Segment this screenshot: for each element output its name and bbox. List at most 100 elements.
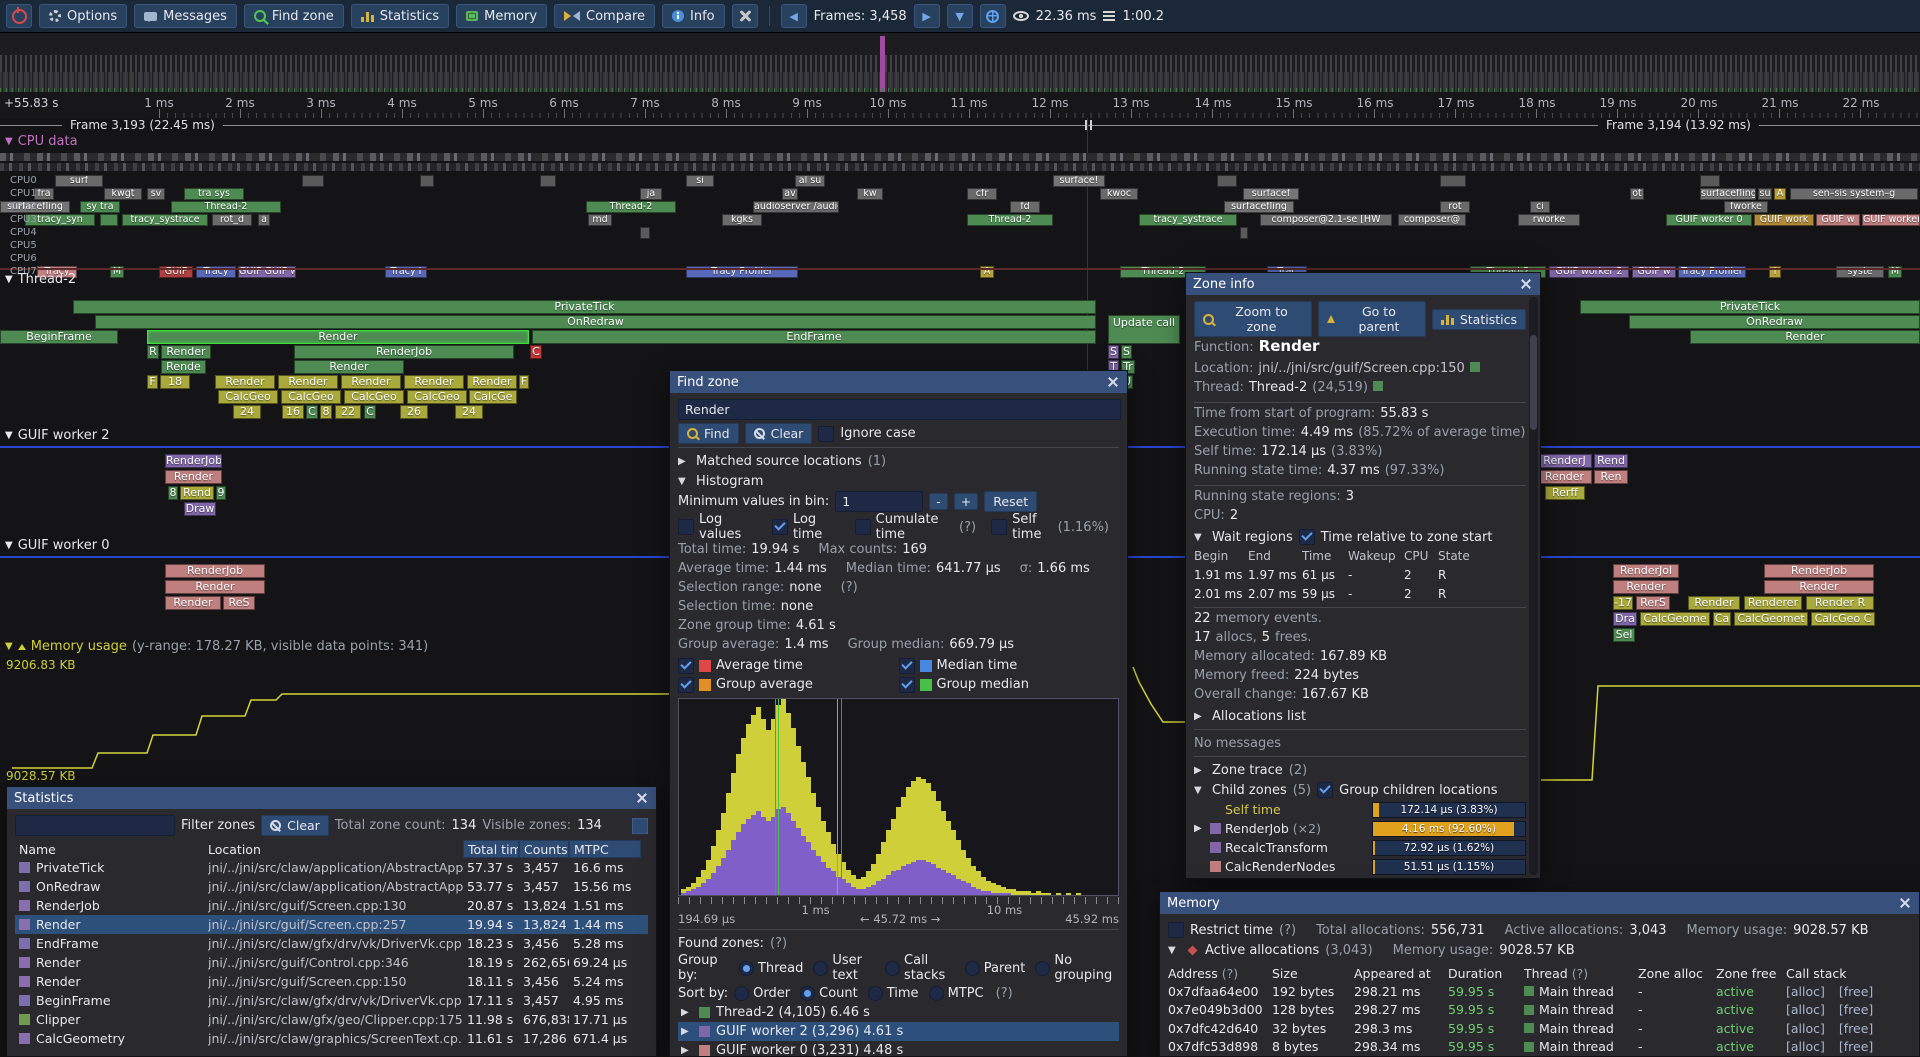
cpu-zone[interactable]: Thread-2 bbox=[967, 214, 1053, 226]
zone[interactable]: RerS bbox=[1636, 596, 1670, 610]
statistics-row[interactable]: Clipper jni/../jni/src/claw/gfx/geo/Clip… bbox=[15, 1010, 648, 1029]
cpu-zone[interactable]: Thread-2 bbox=[171, 201, 281, 213]
cpu-zone[interactable]: surface! bbox=[1053, 175, 1105, 187]
free-callstack-link[interactable]: [free] bbox=[1839, 1002, 1873, 1017]
cpu-data-header[interactable]: ▼ CPU data bbox=[5, 134, 78, 149]
thread-color-chip[interactable] bbox=[1373, 381, 1383, 391]
found-zone-group-row[interactable]: ▶ GUIF worker 2 (3,296) 4.61 s bbox=[678, 1022, 1119, 1041]
zone[interactable]: C bbox=[306, 405, 318, 419]
cpu-zone[interactable]: Thread-2 bbox=[586, 201, 676, 213]
wait-regions-header[interactable]: ▼ Wait regions Time relative to zone sta… bbox=[1194, 527, 1526, 547]
zone[interactable]: 24 bbox=[233, 405, 261, 419]
zone[interactable]: PrivateTick bbox=[73, 300, 1096, 314]
column-zone-alloc[interactable]: Zone alloc bbox=[1638, 966, 1716, 981]
matched-locations-header[interactable]: ▶ Matched source locations (1) bbox=[678, 451, 1119, 471]
zone[interactable]: Ca bbox=[1713, 612, 1731, 626]
cpu-zone[interactable]: fworke bbox=[1724, 201, 1768, 213]
expand-icon[interactable]: ▶ bbox=[1194, 765, 1206, 776]
cpu-zone[interactable]: kwoc bbox=[1100, 188, 1138, 200]
cpu-zone[interactable]: ja bbox=[640, 188, 662, 200]
guif-worker2-header[interactable]: ▼ GUIF worker 2 bbox=[5, 428, 109, 443]
column-name[interactable]: Name bbox=[15, 842, 208, 857]
zone[interactable]: Renderer bbox=[1744, 596, 1802, 610]
zone[interactable]: CalcGe bbox=[469, 390, 517, 404]
allocation-row[interactable]: 0x7e049b3d00 128 bytes 298.27 ms 59.95 s… bbox=[1168, 1001, 1911, 1020]
relative-time-checkbox[interactable] bbox=[1299, 529, 1315, 545]
zone-statistics-button[interactable]: Statistics bbox=[1432, 309, 1526, 330]
option-checkbox[interactable] bbox=[855, 519, 871, 535]
expand-icon[interactable]: ▶ bbox=[1194, 823, 1206, 834]
alloc-callstack-link[interactable]: [alloc] bbox=[1786, 1039, 1825, 1054]
cpu-zone[interactable] bbox=[302, 175, 324, 187]
free-callstack-link[interactable]: [free] bbox=[1839, 1039, 1873, 1054]
cpu-zone[interactable]: kgks bbox=[722, 214, 762, 226]
zone[interactable]: CalcGeo bbox=[344, 390, 404, 404]
child-zone-row[interactable]: ▶ RenderJob (×2) 4.16 ms (92.60%) bbox=[1194, 819, 1526, 838]
zone[interactable]: Render bbox=[404, 375, 464, 389]
cpu-zone[interactable] bbox=[1700, 175, 1720, 187]
allocation-row[interactable]: 0x7dfc42d640 32 bytes 298.3 ms 59.95 s M… bbox=[1168, 1019, 1911, 1038]
zone[interactable]: EndFrame bbox=[532, 330, 1096, 344]
option-checkbox[interactable] bbox=[772, 519, 788, 535]
toolbar-button[interactable]: Memory bbox=[456, 4, 547, 28]
allocation-address[interactable]: 0x7e049b3d00 bbox=[1168, 1002, 1272, 1017]
free-callstack-link[interactable]: [free] bbox=[1839, 1021, 1873, 1036]
statistics-row[interactable]: OnRedraw jni/../jni/src/claw/application… bbox=[15, 877, 648, 896]
memory-titlebar[interactable]: Memory bbox=[1160, 892, 1919, 914]
zone[interactable]: Render bbox=[1688, 596, 1740, 610]
legend-checkbox[interactable] bbox=[678, 677, 694, 693]
collapse-icon[interactable]: ▼ bbox=[5, 540, 13, 551]
statistics-titlebar[interactable]: Statistics bbox=[7, 787, 656, 809]
zone[interactable]: Render bbox=[1613, 580, 1679, 594]
found-zone-group-row[interactable]: ▶ Thread-2 (4,105) 6.46 s bbox=[678, 1003, 1119, 1022]
zone[interactable]: Render bbox=[341, 375, 401, 389]
cpu-zone[interactable] bbox=[540, 175, 556, 187]
cpu-zone[interactable] bbox=[1217, 175, 1237, 187]
cpu-zone[interactable]: GUIF work bbox=[1754, 214, 1814, 226]
alloc-callstack-link[interactable]: [alloc] bbox=[1786, 1021, 1825, 1036]
statistics-row[interactable]: Render jni/../jni/src/guif/Screen.cpp:15… bbox=[15, 972, 648, 991]
zone[interactable]: PrivateTick bbox=[1580, 300, 1920, 314]
cpu-zone[interactable]: fd bbox=[1010, 201, 1040, 213]
column-thread[interactable]: Thread bbox=[1524, 966, 1568, 981]
tools-button[interactable] bbox=[732, 4, 758, 28]
column-location[interactable]: Location bbox=[208, 842, 463, 857]
zoom-to-zone-button[interactable]: Zoom to zone bbox=[1194, 301, 1312, 337]
histogram-header[interactable]: ▼ Histogram bbox=[678, 471, 1119, 491]
sort-by-option[interactable]: Order bbox=[734, 986, 790, 1001]
group-by-option[interactable]: No grouping bbox=[1035, 953, 1113, 983]
zone[interactable]: CalcGeo bbox=[407, 390, 467, 404]
cpu-zone[interactable]: composer@2.1-se [HW bbox=[1260, 214, 1392, 226]
reset-button[interactable]: Reset bbox=[984, 491, 1037, 512]
zone[interactable]: OnRedraw bbox=[95, 315, 1096, 329]
cpu-zone[interactable] bbox=[1440, 175, 1466, 187]
scrollbar[interactable] bbox=[1529, 297, 1538, 875]
zone[interactable]: 8 bbox=[320, 405, 332, 419]
cpu-zone[interactable]: al su bbox=[795, 175, 825, 187]
found-zone-group-row[interactable]: ▶ GUIF worker 0 (3,231) 4.48 s bbox=[678, 1041, 1119, 1057]
legend-checkbox[interactable] bbox=[678, 658, 694, 674]
statistics-row[interactable]: RenderJob jni/../jni/src/guif/Screen.cpp… bbox=[15, 896, 648, 915]
collapse-icon[interactable]: ▼ bbox=[5, 136, 13, 147]
restrict-time-checkbox[interactable] bbox=[1168, 922, 1184, 938]
zone[interactable]: 9 bbox=[216, 486, 226, 500]
alloc-callstack-link[interactable]: [alloc] bbox=[1786, 1002, 1825, 1017]
column-duration[interactable]: Duration bbox=[1448, 966, 1524, 981]
zone[interactable]: Render bbox=[1537, 470, 1592, 484]
cpu-zone[interactable]: fra bbox=[34, 188, 54, 200]
close-icon[interactable] bbox=[635, 791, 649, 805]
sort-by-option[interactable]: Count bbox=[800, 986, 858, 1001]
group-by-option[interactable]: User text bbox=[813, 953, 875, 983]
collapse-icon[interactable]: ▼ bbox=[1168, 945, 1180, 956]
zone[interactable]: R bbox=[147, 345, 159, 359]
zone[interactable]: CalcGeo bbox=[218, 390, 278, 404]
wait-col-time[interactable]: Time bbox=[1302, 547, 1348, 566]
expand-icon[interactable]: ▶ bbox=[681, 1045, 693, 1056]
cpu-zone[interactable]: A bbox=[1774, 188, 1786, 200]
found-zones-help[interactable]: (?) bbox=[770, 936, 787, 951]
cpu-zone[interactable]: composer@ bbox=[1398, 214, 1466, 226]
zone[interactable]: Render R bbox=[1806, 596, 1874, 610]
expand-icon[interactable]: ▶ bbox=[678, 456, 690, 467]
sort-by-help[interactable]: (?) bbox=[996, 986, 1013, 1001]
cpu-zone[interactable] bbox=[640, 227, 650, 239]
